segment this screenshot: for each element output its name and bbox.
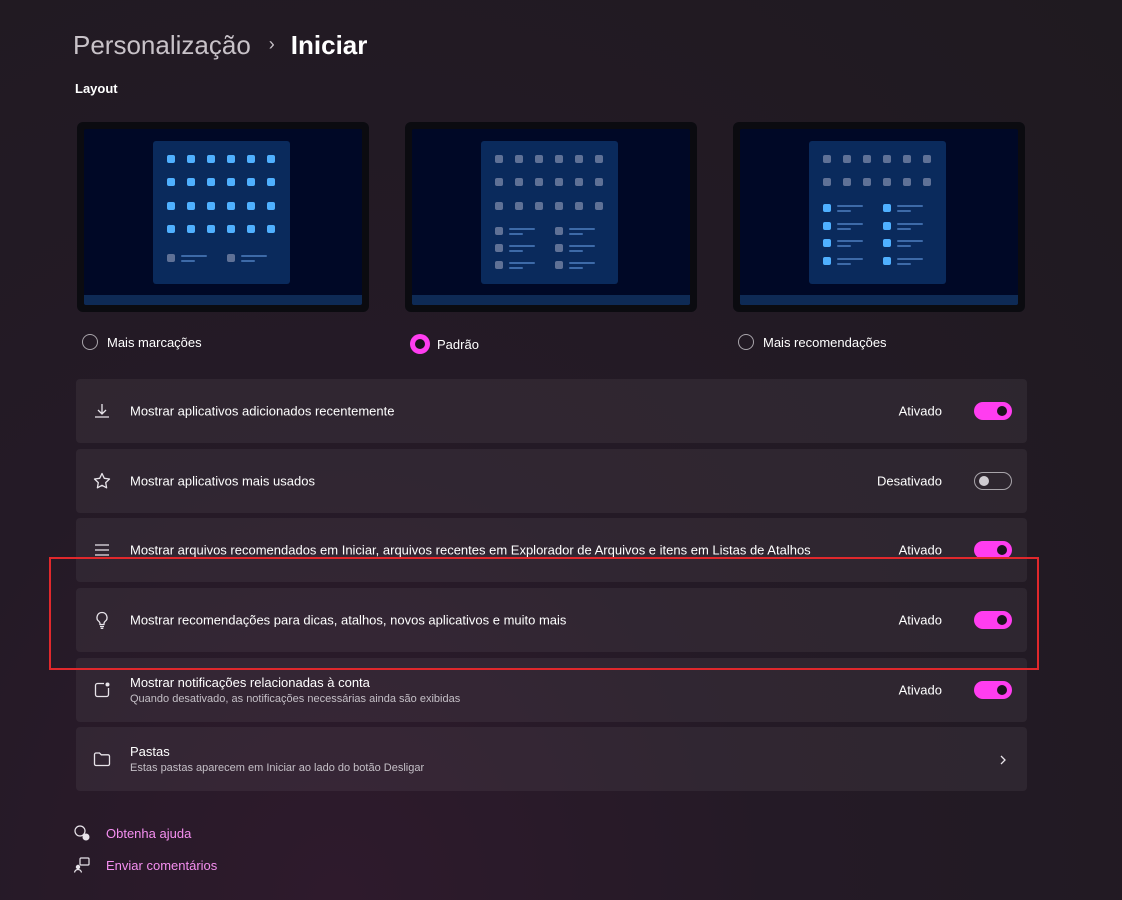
setting-recommended-files[interactable]: Mostrar arquivos recomendados em Iniciar…: [76, 518, 1027, 582]
layout-preview-default[interactable]: [405, 122, 697, 312]
star-icon: [92, 471, 112, 491]
taskbar-preview: [412, 295, 690, 305]
setting-recently-added-apps[interactable]: Mostrar aplicativos adicionados recentem…: [76, 379, 1027, 443]
setting-title: Mostrar recomendações para dicas, atalho…: [130, 612, 567, 628]
toggle-status: Ativado: [898, 542, 942, 558]
radio-selected-icon[interactable]: [410, 334, 430, 354]
taskbar-preview: [740, 295, 1018, 305]
chevron-right-icon[interactable]: [997, 753, 1009, 765]
toggle-switch[interactable]: [974, 541, 1012, 559]
lightbulb-icon: [92, 610, 112, 630]
setting-title: Pastas: [130, 744, 170, 759]
taskbar-preview: [84, 295, 362, 305]
setting-account-notifications[interactable]: Mostrar notificações relacionadas à cont…: [76, 658, 1027, 722]
setting-title: Mostrar notificações relacionadas à cont…: [130, 675, 370, 690]
toggle-status: Ativado: [898, 403, 942, 419]
toggle-switch[interactable]: [974, 611, 1012, 629]
setting-subtitle: Estas pastas aparecem em Iniciar ao lado…: [130, 762, 425, 774]
setting-most-used-apps[interactable]: Mostrar aplicativos mais usados Desativa…: [76, 449, 1027, 513]
radio-unselected-icon[interactable]: [738, 334, 754, 350]
layout-preview-more-pins[interactable]: [77, 122, 369, 312]
notification-icon: [92, 680, 112, 700]
toggle-status: Desativado: [876, 473, 942, 489]
setting-folders[interactable]: Pastas Estas pastas aparecem em Iniciar …: [76, 727, 1027, 791]
layout-preview-more-recommendations[interactable]: [733, 122, 1025, 312]
list-icon: [92, 540, 112, 560]
radio-default[interactable]: Padrão: [410, 334, 479, 354]
toggle-switch[interactable]: [974, 681, 1012, 699]
start-menu-preview: [153, 141, 290, 284]
radio-label: Mais recomendações: [763, 334, 887, 350]
radio-more-recommendations[interactable]: Mais recomendações: [738, 334, 887, 350]
layout-section-label: Layout: [75, 81, 118, 96]
setting-subtitle: Quando desativado, as notificações neces…: [130, 693, 461, 705]
page-title: Iniciar: [290, 29, 368, 60]
radio-unselected-icon[interactable]: [82, 334, 98, 350]
folder-icon: [92, 749, 112, 769]
toggle-switch[interactable]: [974, 472, 1012, 490]
breadcrumb: Personalização › Iniciar: [73, 28, 367, 62]
setting-title: Mostrar aplicativos adicionados recentem…: [130, 403, 395, 419]
download-icon: [92, 401, 112, 421]
get-help-link[interactable]: Obtenha ajuda: [73, 824, 191, 842]
send-feedback-label: Enviar comentários: [106, 857, 218, 873]
toggle-status: Ativado: [898, 682, 942, 698]
start-menu-preview: [809, 141, 946, 284]
radio-label: Mais marcações: [107, 334, 202, 350]
setting-title: Mostrar aplicativos mais usados: [130, 473, 315, 489]
help-icon: [73, 824, 91, 842]
radio-more-pins[interactable]: Mais marcações: [82, 334, 202, 350]
toggle-switch[interactable]: [974, 402, 1012, 420]
radio-label: Padrão: [437, 336, 479, 352]
setting-tips-recommendations[interactable]: Mostrar recomendações para dicas, atalho…: [76, 588, 1027, 652]
start-menu-preview: [481, 141, 618, 284]
chevron-right-icon: ›: [268, 33, 275, 54]
send-feedback-link[interactable]: Enviar comentários: [73, 856, 217, 874]
toggle-status: Ativado: [898, 612, 942, 628]
feedback-icon: [73, 856, 91, 874]
breadcrumb-personalization[interactable]: Personalização: [73, 30, 251, 61]
setting-title: Mostrar arquivos recomendados em Iniciar…: [130, 542, 811, 558]
get-help-label: Obtenha ajuda: [106, 825, 192, 841]
